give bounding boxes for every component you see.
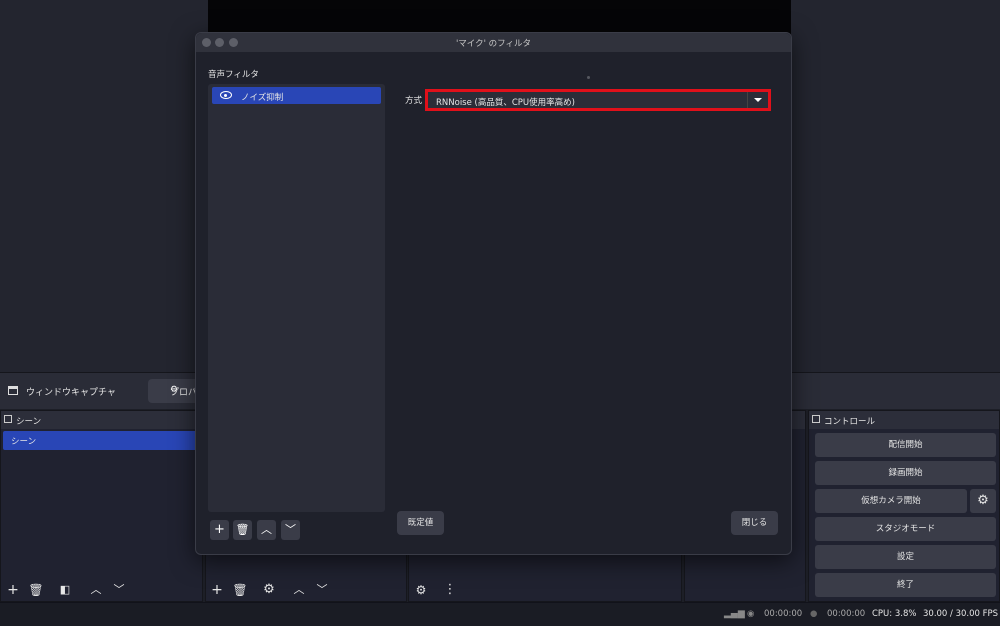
settings-button[interactable]: 設定 — [815, 545, 996, 569]
filter-item[interactable]: ノイズ抑制 — [212, 87, 381, 104]
source-name: ウィンドウキャプチャ — [26, 388, 116, 398]
resize-handle — [587, 76, 590, 79]
status-bar: ▂▄▆ ◉ 00:00:00 ● 00:00:00 CPU: 3.8% 30.0… — [0, 602, 1000, 626]
filter-list: ノイズ抑制 — [208, 84, 385, 512]
chevron-up-icon[interactable]: ︿ — [257, 520, 276, 540]
gear-icon[interactable]: ⚙ — [970, 489, 996, 513]
controls-title: コントロール — [824, 417, 876, 427]
method-select[interactable]: RNNoise (高品質、CPU使用率高め) — [425, 89, 771, 111]
studio-mode-button[interactable]: スタジオモード — [815, 517, 996, 541]
dialog-titlebar: 'マイク' のフィルタ — [196, 33, 791, 52]
add-icon[interactable]: + — [208, 581, 226, 599]
trash-icon[interactable]: 🗑 — [231, 581, 249, 599]
close-button[interactable]: 閉じる — [731, 511, 778, 535]
chevron-down-icon[interactable]: ﹀ — [110, 581, 128, 599]
start-recording-button[interactable]: 録画開始 — [815, 461, 996, 485]
filters-dialog: 'マイク' のフィルタ 音声フィルタ ノイズ抑制 + 🗑 ︿ ﹀ 方式 RNNo… — [195, 32, 792, 555]
fps-readout: 30.00 / 30.00 FPS — [923, 609, 999, 619]
stream-time: 00:00:00 — [827, 609, 866, 619]
chevron-down-icon[interactable]: ﹀ — [313, 581, 331, 599]
add-icon[interactable]: + — [4, 581, 22, 599]
exit-button[interactable]: 終了 — [815, 573, 996, 597]
chevron-up-icon[interactable]: ︿ — [290, 581, 308, 599]
cpu-usage: CPU: 3.8% — [872, 609, 917, 619]
scene-item[interactable]: シーン — [3, 431, 202, 450]
dock-icon — [4, 415, 12, 423]
trash-icon[interactable]: 🗑 — [233, 520, 252, 540]
dialog-title: 'マイク' のフィルタ — [455, 39, 532, 49]
defaults-button[interactable]: 既定値 — [397, 511, 444, 535]
method-label: 方式 — [405, 96, 423, 106]
more-icon[interactable]: ⋮ — [441, 581, 459, 599]
controls-dock: コントロール 配信開始 録画開始 仮想カメラ開始 ⚙ スタジオモード 設定 終了 — [808, 410, 1000, 602]
filter-icon[interactable]: ◧ — [56, 581, 74, 599]
record-icon: ◉ — [747, 609, 755, 619]
chevron-down-icon[interactable] — [747, 92, 768, 108]
scenes-title: シーン — [16, 417, 42, 427]
trash-icon[interactable]: 🗑 — [27, 581, 45, 599]
controls-header: コントロール — [809, 411, 999, 429]
filter-item-label: ノイズ抑制 — [241, 93, 284, 103]
properties-label: プロパ — [170, 388, 198, 398]
record-time: 00:00:00 — [764, 609, 803, 619]
window-icon — [8, 386, 18, 395]
audio-filters-label: 音声フィルタ — [208, 70, 259, 80]
dock-icon — [812, 415, 820, 423]
chevron-up-icon[interactable]: ︿ — [87, 581, 105, 599]
stream-icon: ● — [810, 609, 818, 619]
method-value: RNNoise (高品質、CPU使用率高め) — [436, 98, 575, 108]
gear-icon[interactable]: ⚙ — [260, 581, 278, 599]
scenes-dock: シーン シーン + 🗑 ◧ ︿ ﹀ — [0, 410, 203, 602]
start-virtual-camera-button[interactable]: 仮想カメラ開始 — [815, 489, 967, 513]
gears-icon[interactable]: ⚙ — [412, 581, 430, 599]
add-filter-button[interactable]: + — [210, 520, 229, 540]
start-streaming-button[interactable]: 配信開始 — [815, 433, 996, 457]
scene-item-label: シーン — [11, 437, 37, 447]
signal-icon: ▂▄▆ — [724, 609, 745, 619]
scenes-header: シーン — [1, 411, 202, 429]
eye-icon[interactable] — [220, 91, 232, 99]
chevron-down-icon[interactable]: ﹀ — [281, 520, 300, 540]
